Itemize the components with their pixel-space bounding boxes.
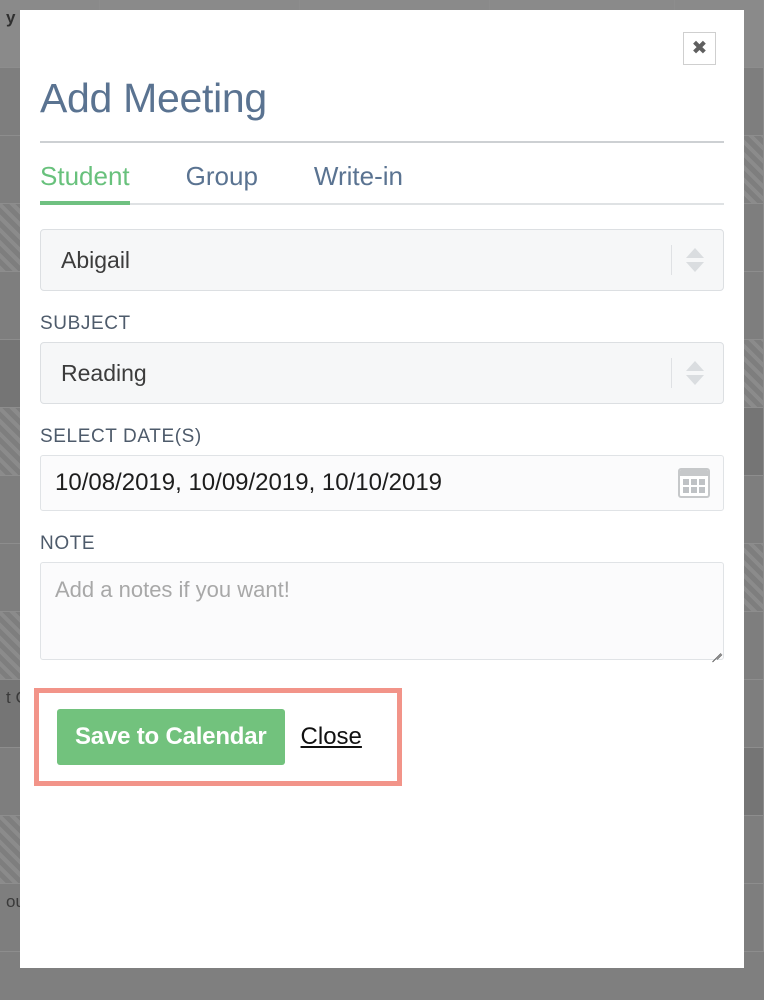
save-to-calendar-button[interactable]: Save to Calendar xyxy=(57,709,285,765)
subject-select[interactable]: Reading xyxy=(40,342,724,404)
select-dates-label: SELECT DATE(S) xyxy=(40,426,202,447)
add-meeting-dialog: ✖ Add Meeting Student Group Write-in Abi… xyxy=(20,10,744,968)
tab-bar: Student Group Write-in xyxy=(40,143,724,205)
subject-select-wrapper: Reading xyxy=(40,342,724,404)
student-select[interactable]: Abigail xyxy=(40,229,724,291)
calendar-icon[interactable] xyxy=(678,468,710,498)
tab-group[interactable]: Group xyxy=(186,155,258,203)
note-textarea[interactable] xyxy=(40,562,724,660)
tab-student[interactable]: Student xyxy=(40,155,130,205)
note-field-wrapper xyxy=(40,562,724,663)
note-label: NOTE xyxy=(40,533,96,554)
close-icon[interactable]: ✖ xyxy=(683,32,716,65)
date-input[interactable]: 10/08/2019, 10/09/2019, 10/10/2019 xyxy=(40,455,724,511)
subject-label: SUBJECT xyxy=(40,313,131,334)
student-select-wrapper: Abigail xyxy=(40,229,724,291)
tab-write-in[interactable]: Write-in xyxy=(314,155,403,203)
action-highlight-box: Save to Calendar Close xyxy=(34,688,402,786)
page-title: Add Meeting xyxy=(40,75,267,121)
calendar-day-dots xyxy=(680,476,708,496)
close-link[interactable]: Close xyxy=(301,723,362,751)
date-field-wrapper: 10/08/2019, 10/09/2019, 10/10/2019 xyxy=(40,455,724,511)
